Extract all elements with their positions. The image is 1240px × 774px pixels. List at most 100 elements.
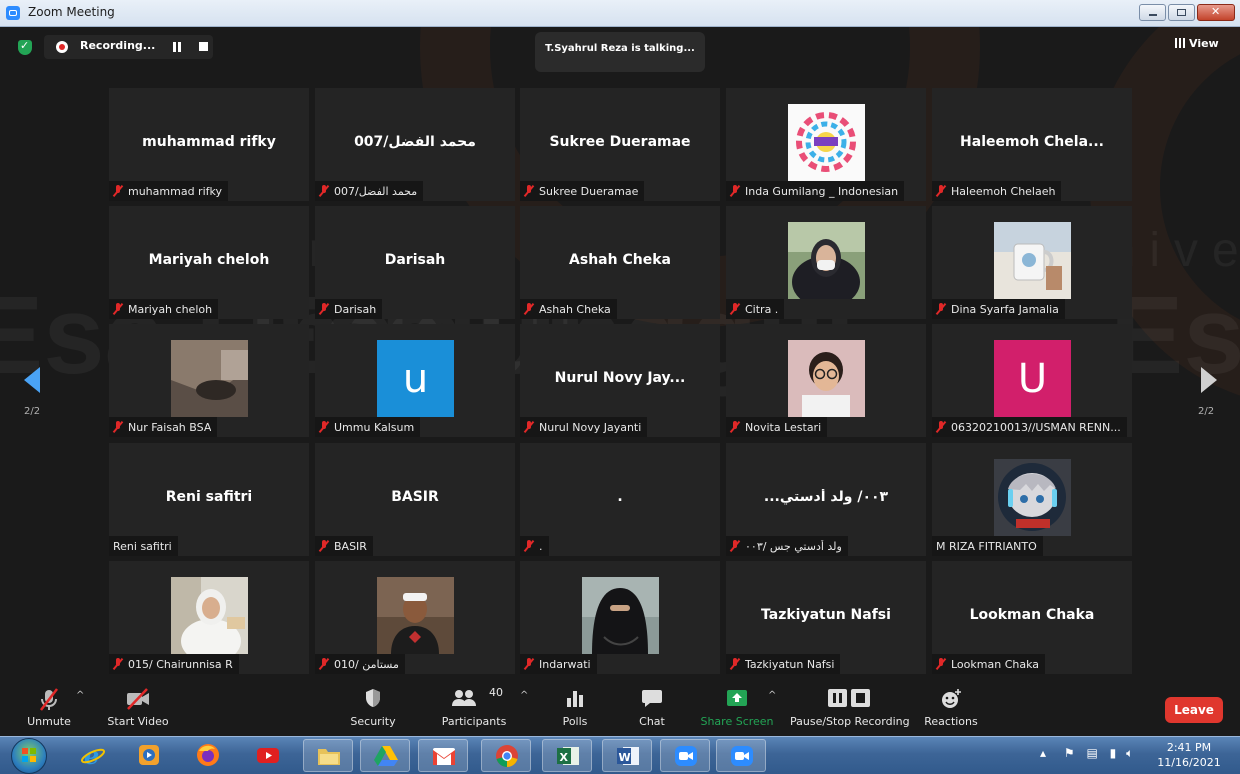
- participant-tile[interactable]: Haleemoh Chela... Haleemoh Chelaeh: [932, 88, 1132, 201]
- taskbar-internet-explorer[interactable]: e: [68, 739, 118, 772]
- participant-tile[interactable]: Ashah Cheka Ashah Cheka: [520, 206, 720, 319]
- taskbar-gmail[interactable]: [418, 739, 468, 772]
- start-video-button[interactable]: Start Video: [102, 682, 174, 736]
- participant-tile[interactable]: BASIR BASIR: [315, 443, 515, 556]
- taskbar-zoom[interactable]: [660, 739, 710, 772]
- participant-video-frame: [171, 340, 248, 417]
- participants-options-caret-icon[interactable]: ^: [520, 690, 528, 701]
- pause-recording-icon[interactable]: [172, 42, 182, 52]
- share-screen-button[interactable]: Share Screen: [700, 682, 774, 736]
- taskbar-firefox[interactable]: [183, 739, 233, 772]
- muted-mic-icon: [113, 185, 123, 197]
- action-center-flag-icon[interactable]: ⚑: [1064, 746, 1075, 760]
- stop-recording-icon[interactable]: [199, 42, 208, 51]
- participant-tile[interactable]: Citra .: [726, 206, 926, 319]
- muted-mic-icon: [730, 540, 740, 552]
- participant-tile[interactable]: Nur Faisah BSA: [109, 324, 309, 437]
- participant-name: Mariyah cheloh: [128, 302, 213, 316]
- participant-tile[interactable]: محمد الفضل/007 محمد الفضل/007: [315, 88, 515, 201]
- close-button[interactable]: [1197, 4, 1235, 21]
- maximize-button[interactable]: [1168, 4, 1195, 21]
- participant-display-name: Lookman Chaka: [969, 607, 1095, 623]
- participants-button[interactable]: 40 Participants: [438, 682, 510, 736]
- participant-name-label: 010/ مستامن: [315, 654, 405, 674]
- participant-tile[interactable]: Mariyah cheloh Mariyah cheloh: [109, 206, 309, 319]
- polls-button[interactable]: Polls: [553, 682, 597, 736]
- share-options-caret-icon[interactable]: ^: [768, 690, 776, 701]
- active-speaker-banner: T.Syahrul Reza is talking...: [535, 32, 705, 72]
- participant-tile[interactable]: U 06320210013//USMAN RENN...: [932, 324, 1132, 437]
- encryption-shield-icon[interactable]: [18, 39, 32, 55]
- unmute-button[interactable]: Unmute: [20, 682, 78, 736]
- taskbar-google-drive[interactable]: [360, 739, 410, 772]
- participant-tile[interactable]: 015/ Chairunnisa R: [109, 561, 309, 674]
- clock-date: 11/16/2021: [1157, 756, 1221, 769]
- taskbar-clock[interactable]: 2:41 PM 11/16/2021: [1150, 740, 1228, 770]
- participant-display-name: Nurul Novy Jay...: [554, 370, 686, 386]
- media-player-icon: [139, 745, 159, 765]
- taskbar-media-player[interactable]: [124, 739, 174, 772]
- participant-tile[interactable]: 010/ مستامن: [315, 561, 515, 674]
- participant-tile[interactable]: Sukree Dueramae Sukree Dueramae: [520, 88, 720, 201]
- taskbar-chrome[interactable]: [481, 739, 531, 772]
- muted-mic-icon: [936, 421, 946, 433]
- security-button[interactable]: Security: [344, 682, 402, 736]
- participant-tile[interactable]: M RIZA FITRIANTO: [932, 443, 1132, 556]
- participant-tile[interactable]: ..: [520, 443, 720, 556]
- pause-stop-recording-button[interactable]: Pause/Stop Recording: [790, 682, 910, 736]
- participant-name-label: Haleemoh Chelaeh: [932, 181, 1062, 201]
- participant-tile[interactable]: Indarwati: [520, 561, 720, 674]
- chat-icon: [642, 690, 662, 707]
- participant-tile[interactable]: Tazkiyatun Nafsi Tazkiyatun Nafsi: [726, 561, 926, 674]
- participant-display-name: BASIR: [391, 489, 439, 505]
- svg-text:X: X: [560, 751, 569, 764]
- participant-tile[interactable]: Dina Syarfa Jamalia: [932, 206, 1132, 319]
- participant-display-name: ...٠٠٣/ ولد أدستي: [763, 489, 889, 505]
- participant-display-name: Darisah: [384, 252, 446, 268]
- window-title: Zoom Meeting: [28, 5, 115, 19]
- participant-name-label: 015/ Chairunnisa R: [109, 654, 239, 674]
- participant-name: 015/ Chairunnisa R: [128, 657, 233, 671]
- signal-icon[interactable]: ▮: [1110, 746, 1117, 760]
- participants-icon: [452, 690, 476, 706]
- participant-tile[interactable]: Reni safitri Reni safitri: [109, 443, 309, 556]
- participant-video-frame: [171, 577, 248, 663]
- participant-display-name: Ashah Cheka: [569, 252, 671, 268]
- taskbar-file-explorer[interactable]: [303, 739, 353, 772]
- participant-name: Ashah Cheka: [539, 302, 611, 316]
- participant-tile[interactable]: u Ummu Kalsum: [315, 324, 515, 437]
- taskbar-excel[interactable]: X: [542, 739, 592, 772]
- participant-tile[interactable]: Darisah Darisah: [315, 206, 515, 319]
- participant-name: ولد أدستي جس /٠٠٣: [745, 539, 842, 553]
- participant-tile[interactable]: muhammad rifky muhammad rifky: [109, 88, 309, 201]
- muted-mic-icon: [113, 658, 123, 670]
- participant-video-frame: [994, 222, 1071, 299]
- volume-icon[interactable]: 🔈︎: [1126, 746, 1133, 760]
- minimize-button[interactable]: [1139, 4, 1166, 21]
- leave-button[interactable]: Leave: [1165, 697, 1223, 723]
- participant-tile[interactable]: Nurul Novy Jay... Nurul Novy Jayanti: [520, 324, 720, 437]
- audio-options-caret-icon[interactable]: ^: [76, 690, 84, 701]
- taskbar-word[interactable]: W: [602, 739, 652, 772]
- chat-button[interactable]: Chat: [630, 682, 674, 736]
- previous-page-arrow-icon[interactable]: [24, 367, 40, 393]
- reactions-button[interactable]: Reactions: [922, 682, 980, 736]
- participant-name-label: ولد أدستي جس /٠٠٣: [726, 536, 848, 556]
- taskbar-zoom-meeting[interactable]: [716, 739, 766, 772]
- participant-display-name: .: [617, 489, 623, 505]
- participant-name: M RIZA FITRIANTO: [936, 539, 1037, 553]
- next-page-arrow-icon[interactable]: [1201, 367, 1217, 393]
- taskbar-youtube[interactable]: [243, 739, 293, 772]
- start-button-icon[interactable]: [11, 738, 47, 774]
- participant-name-label: BASIR: [315, 536, 373, 556]
- participant-tile[interactable]: Inda Gumilang _ Indonesian: [726, 88, 926, 201]
- network-icon[interactable]: ▤: [1086, 746, 1097, 760]
- share-screen-icon: [727, 690, 747, 706]
- view-button[interactable]: View: [1175, 37, 1219, 50]
- participant-tile[interactable]: Lookman Chaka Lookman Chaka: [932, 561, 1132, 674]
- participant-tile[interactable]: Novita Lestari: [726, 324, 926, 437]
- participant-tile[interactable]: ...٠٠٣/ ولد أدستي ولد أدستي جس /٠٠٣: [726, 443, 926, 556]
- clock-time: 2:41 PM: [1166, 741, 1212, 754]
- tray-expand-icon[interactable]: ▴: [1040, 746, 1046, 760]
- participant-name-label: Tazkiyatun Nafsi: [726, 654, 841, 674]
